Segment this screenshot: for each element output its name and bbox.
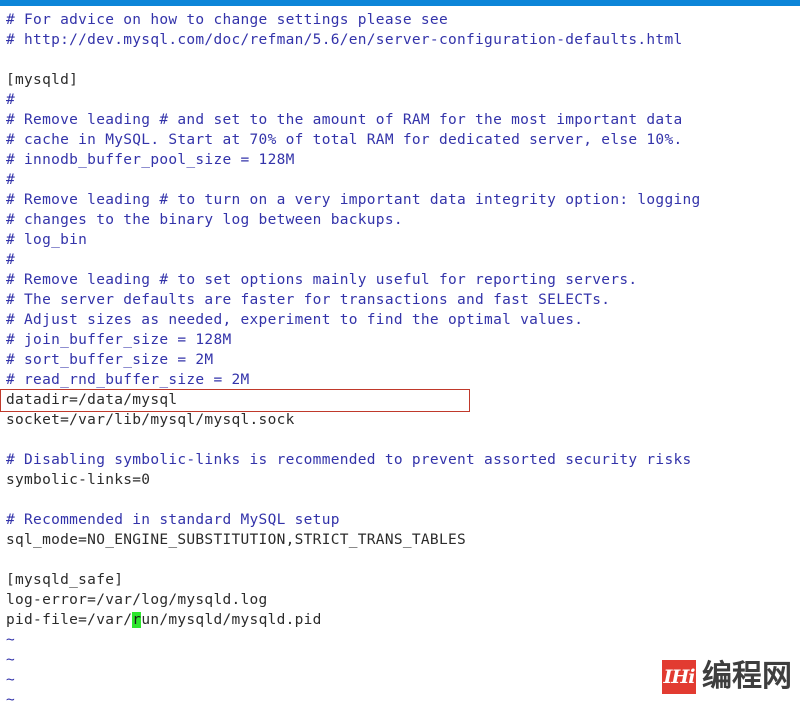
editor-line: [mysqld_safe] bbox=[6, 572, 124, 588]
editor-line: # changes to the binary log between back… bbox=[6, 212, 403, 228]
editor-line: pid-file=/var/run/mysqld/mysqld.pid bbox=[0, 610, 800, 630]
editor-line: # Recommended in standard MySQL setup bbox=[6, 512, 340, 528]
watermark-label: 编程网 bbox=[702, 659, 792, 694]
editor-line: # Disabling symbolic-links is recommende… bbox=[6, 452, 692, 468]
editor-line: # cache in MySQL. Start at 70% of total … bbox=[6, 132, 683, 148]
editor-line: # http://dev.mysql.com/doc/refman/5.6/en… bbox=[6, 32, 683, 48]
editor-line: symbolic-links=0 bbox=[6, 472, 151, 488]
editor-line: # join_buffer_size = 128M bbox=[6, 332, 232, 348]
line-text-before-cursor: pid-file=/var/ bbox=[6, 612, 133, 628]
editor-line: # The server defaults are faster for tra… bbox=[6, 292, 611, 308]
editor-line: # bbox=[6, 172, 16, 188]
vim-filler-line: ~ bbox=[6, 632, 16, 648]
watermark-logo-icon: IHi bbox=[662, 660, 696, 694]
highlighted-config-line: datadir=/data/mysql bbox=[0, 389, 800, 412]
editor-line: # Remove leading # to set options mainly… bbox=[6, 272, 638, 288]
editor-line: # sort_buffer_size = 2M bbox=[6, 352, 214, 368]
editor-line: [mysqld] bbox=[6, 72, 79, 88]
editor-line: # Remove leading # and set to the amount… bbox=[6, 112, 683, 128]
editor-line: # For advice on how to change settings p… bbox=[6, 12, 448, 28]
vim-block-cursor: r bbox=[132, 612, 142, 628]
editor-line: # Adjust sizes as needed, experiment to … bbox=[6, 312, 584, 328]
editor-line: # innodb_buffer_pool_size = 128M bbox=[6, 152, 295, 168]
editor-line: # log_bin bbox=[6, 232, 88, 248]
watermark: IHi 编程网 bbox=[662, 660, 792, 694]
vim-editor-pane[interactable]: # For advice on how to change settings p… bbox=[0, 6, 800, 708]
editor-line: # read_rnd_buffer_size = 2M bbox=[6, 372, 250, 388]
editor-line: # bbox=[6, 252, 16, 268]
editor-line: # Remove leading # to turn on a very imp… bbox=[6, 192, 701, 208]
editor-line: socket=/var/lib/mysql/mysql.sock bbox=[6, 412, 295, 428]
editor-line: # bbox=[6, 92, 16, 108]
editor-line: log-error=/var/log/mysqld.log bbox=[6, 592, 268, 608]
line-text-after-cursor: un/mysqld/mysqld.pid bbox=[141, 612, 322, 628]
editor-line: sql_mode=NO_ENGINE_SUBSTITUTION,STRICT_T… bbox=[6, 532, 467, 548]
